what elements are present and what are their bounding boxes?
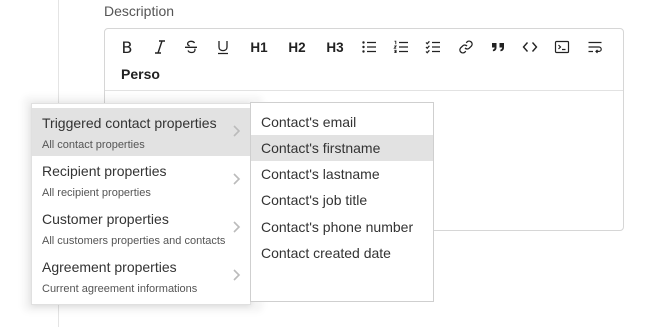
menu-item-subtitle: All contact properties xyxy=(42,139,145,151)
quote-icon xyxy=(492,43,504,52)
chevron-right-icon xyxy=(233,125,241,137)
heading2-button[interactable]: H2 xyxy=(286,37,308,57)
bold-icon: B xyxy=(121,37,133,57)
underline-button[interactable] xyxy=(214,37,232,57)
text-wrap-icon xyxy=(588,41,602,54)
code-block-button[interactable] xyxy=(553,37,571,57)
checklist-icon xyxy=(425,40,440,54)
bullet-list-button[interactable] xyxy=(360,37,378,57)
heading1-button[interactable]: H1 xyxy=(248,37,270,57)
bold-button[interactable]: B xyxy=(119,37,135,57)
bullet-list-icon xyxy=(362,41,376,53)
menu-item-customer-properties[interactable]: Customer properties All customers proper… xyxy=(32,204,251,252)
numbered-list-icon xyxy=(393,40,408,54)
code-icon xyxy=(522,42,538,52)
submenu-item-contact-job-title[interactable]: Contact's job title xyxy=(251,187,433,213)
underline-icon xyxy=(218,41,228,55)
checklist-button[interactable] xyxy=(424,37,442,57)
strikethrough-icon xyxy=(185,40,197,54)
text-wrap-button[interactable] xyxy=(586,37,604,57)
menu-item-title: Recipient properties xyxy=(42,163,167,179)
menu-item-subtitle: All recipient properties xyxy=(42,187,151,199)
menu-item-subtitle: Current agreement informations xyxy=(42,283,198,295)
menu-item-title: Triggered contact properties xyxy=(42,115,217,131)
menu-item-title: Customer properties xyxy=(42,211,169,227)
heading1-label: H1 xyxy=(250,39,268,55)
menu-item-triggered-contact-properties[interactable]: Triggered contact properties All contact… xyxy=(32,108,251,156)
code-button[interactable] xyxy=(521,37,539,57)
heading2-label: H2 xyxy=(288,39,306,55)
chevron-right-icon xyxy=(233,269,241,281)
submenu-item-contact-phone-number[interactable]: Contact's phone number xyxy=(251,214,433,240)
strikethrough-button[interactable] xyxy=(182,37,200,57)
menu-item-title: Agreement properties xyxy=(42,259,177,275)
menu-item-subtitle: All customers properties and contacts xyxy=(42,235,226,247)
personalization-menu: Triggered contact properties All contact… xyxy=(31,103,251,305)
code-block-icon xyxy=(554,40,570,54)
quote-button[interactable] xyxy=(489,37,507,57)
numbered-list-button[interactable] xyxy=(392,37,410,57)
italic-icon xyxy=(155,40,165,54)
personalization-button[interactable]: Perso xyxy=(121,66,160,82)
description-label: Description xyxy=(104,3,175,19)
chevron-right-icon xyxy=(233,221,241,233)
menu-item-recipient-properties[interactable]: Recipient properties All recipient prope… xyxy=(32,156,251,204)
editor-toolbar: B H1 H2 H3 Perso xyxy=(105,29,623,91)
contact-properties-submenu: Contact's email Contact's firstname Cont… xyxy=(250,102,434,302)
heading3-label: H3 xyxy=(326,39,344,55)
italic-button[interactable] xyxy=(151,37,169,57)
submenu-item-contact-created-date[interactable]: Contact created date xyxy=(251,240,433,266)
heading3-button[interactable]: H3 xyxy=(324,37,346,57)
link-icon xyxy=(459,40,473,54)
submenu-item-contact-lastname[interactable]: Contact's lastname xyxy=(251,161,433,187)
submenu-item-contact-email[interactable]: Contact's email xyxy=(251,109,433,135)
chevron-right-icon xyxy=(233,173,241,185)
link-button[interactable] xyxy=(457,37,475,57)
submenu-item-contact-firstname[interactable]: Contact's firstname xyxy=(251,135,433,161)
menu-item-agreement-properties[interactable]: Agreement properties Current agreement i… xyxy=(32,252,251,300)
